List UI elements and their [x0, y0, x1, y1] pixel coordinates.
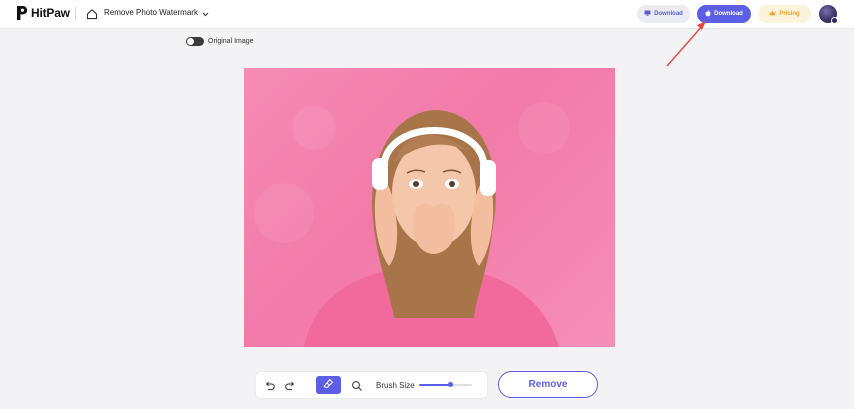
brush-size-slider[interactable] [419, 382, 472, 387]
annotation-arrow-icon [666, 21, 706, 67]
brush-size-slider-fill [419, 384, 451, 386]
home-icon[interactable] [86, 7, 98, 20]
editing-toolbar: Brush Size [256, 372, 487, 398]
brush-size-label: Brush Size [376, 381, 415, 390]
brand-logo[interactable]: HitPaw [16, 5, 70, 21]
pricing-button[interactable]: Pricing [758, 5, 811, 23]
download-label: Download [714, 11, 743, 17]
download-desktop-label: Download [654, 11, 683, 17]
photo-canvas[interactable] [244, 68, 615, 347]
tool-selector[interactable]: Remove Photo Watermark [104, 8, 209, 17]
crown-icon [769, 10, 776, 18]
header-divider [75, 7, 76, 21]
brand-name: HitPaw [31, 6, 70, 20]
user-avatar[interactable] [819, 5, 838, 24]
eraser-icon [323, 376, 334, 394]
original-image-toggle-row: Original Image [186, 37, 254, 46]
zoom-icon[interactable] [351, 379, 363, 391]
pricing-label: Pricing [779, 11, 800, 17]
tool-selector-label: Remove Photo Watermark [104, 8, 198, 17]
chevron-down-icon [202, 10, 209, 17]
original-image-label: Original Image [208, 38, 254, 45]
top-header: HitPaw Remove Photo Watermark Download D… [0, 0, 854, 29]
original-image-toggle[interactable] [186, 37, 204, 46]
brush-size-slider-thumb[interactable] [448, 382, 454, 387]
brush-tool-button[interactable] [316, 376, 341, 394]
undo-icon[interactable] [264, 379, 276, 391]
hitpaw-logo-icon [16, 5, 28, 21]
avatar-badge [831, 17, 838, 24]
redo-icon[interactable] [284, 379, 296, 391]
remove-button[interactable]: Remove [498, 371, 598, 398]
monitor-icon [644, 10, 651, 18]
